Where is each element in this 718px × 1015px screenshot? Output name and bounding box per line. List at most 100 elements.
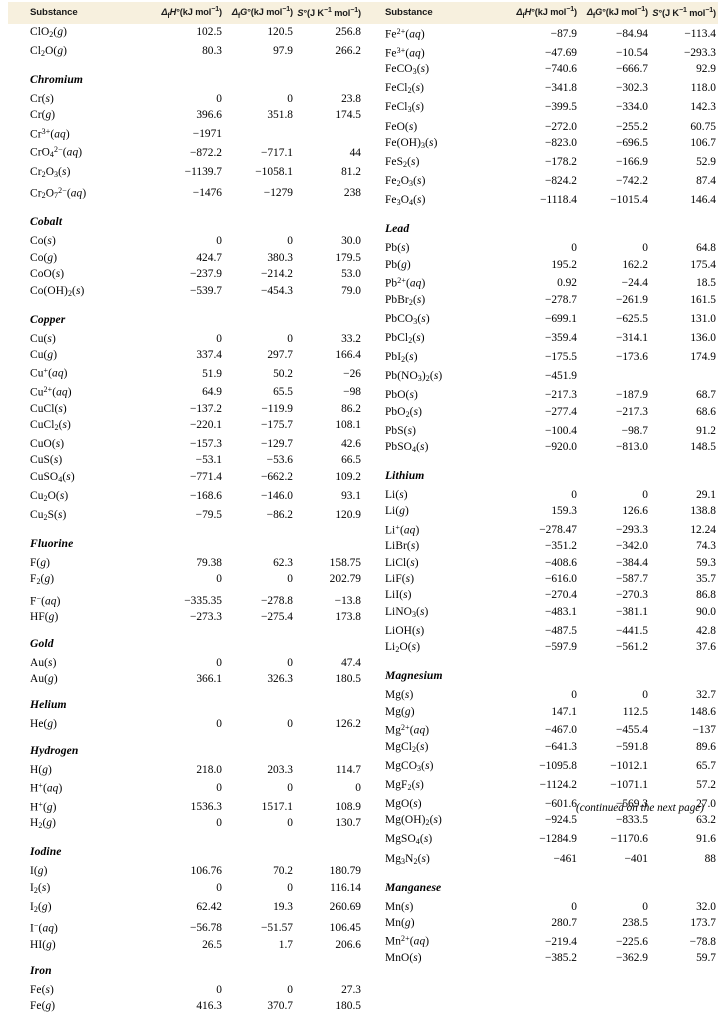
gibbs-value: 297.7 (267, 348, 293, 361)
table-row: HF(g) −273.3 −275.4 173.8 (8, 609, 363, 625)
enthalpy-value: 0 (216, 332, 222, 345)
gibbs-value: −98.7 (621, 424, 648, 437)
enthalpy-value: −824.2 (544, 175, 577, 188)
substance-formula: Cr2O3(s) (30, 165, 71, 179)
entropy-value: 47.4 (341, 656, 361, 669)
gibbs-value: 238.5 (622, 916, 648, 929)
table-row: PbBr2(s) −278.7 −261.9 161.5 (363, 292, 718, 311)
enthalpy-value: 1536.3 (190, 801, 222, 814)
table-row: Cr2O72−(aq) −1476 −1279 238 (8, 183, 363, 204)
enthalpy-value: 337.4 (196, 348, 222, 361)
gibbs-value: 0 (287, 235, 293, 248)
table-row: I2(g) 62.42 19.3 260.69 (8, 899, 363, 918)
thermo-table-left: Substance ΔfH°(kJ mol−1) ΔfG°(kJ mol−1) … (8, 2, 363, 1015)
gibbs-value: 0 (642, 900, 648, 913)
substance-formula: CuCl(s) (30, 402, 67, 415)
gibbs-value: 0 (642, 689, 648, 702)
section-header-row: Fluorine (8, 526, 363, 555)
substance-formula: F(g) (30, 557, 51, 570)
enthalpy-value: −408.6 (544, 556, 577, 569)
gibbs-value: −334.0 (615, 101, 648, 114)
enthalpy-value: 0 (216, 573, 222, 586)
enthalpy-value: 0 (571, 242, 577, 255)
gibbs-value: −362.9 (615, 952, 648, 965)
table-row: PbO2(s) −277.4 −217.3 68.6 (363, 404, 718, 423)
substance-formula: HF(g) (30, 611, 59, 624)
enthalpy-value: −1139.7 (184, 165, 222, 178)
entropy-value: 37.6 (696, 641, 716, 654)
gibbs-value: 1517.1 (261, 801, 293, 814)
enthalpy-value: −740.6 (544, 63, 577, 76)
gibbs-value: 62.3 (273, 557, 293, 570)
substance-formula: PbO(s) (385, 389, 418, 402)
enthalpy-value: 218.0 (196, 763, 222, 776)
enthalpy-value: 80.3 (202, 44, 222, 57)
enthalpy-value: −359.4 (544, 331, 577, 344)
enthalpy-value: −137.2 (189, 402, 222, 415)
gibbs-value: −587.7 (615, 573, 648, 586)
entropy-value: 91.6 (696, 833, 716, 846)
table-body-left: ClO2(g) 102.5 120.5 256.8 Cl2O(g) 80.3 97.9 266… (8, 24, 363, 1015)
entropy-value: −137 (692, 724, 716, 737)
enthalpy-value: 280.7 (551, 916, 577, 929)
gibbs-value: −146.0 (260, 489, 293, 502)
enthalpy-value: −270.4 (544, 589, 577, 602)
substance-formula: Cu(s) (30, 332, 56, 345)
section-header-row: Iodine (8, 834, 363, 863)
substance-formula: FeS2(s) (385, 156, 420, 169)
substance-formula: FeCO3(s) (385, 63, 430, 77)
section-title: Manganese (385, 880, 442, 894)
column-header-enthalpy: ΔfH°(kJ mol−1) (505, 2, 579, 24)
entropy-value: 142.3 (690, 101, 716, 114)
enthalpy-value: 0 (571, 489, 577, 502)
gibbs-value: 70.2 (273, 865, 293, 878)
enthalpy-value: −219.4 (544, 935, 577, 948)
column-header-substance: Substance (363, 2, 505, 24)
column-header-gibbs: ΔfG°(kJ mol−1) (579, 2, 650, 24)
table-row: Au(g) 366.1 326.3 180.5 (8, 671, 363, 687)
section-title: Lithium (385, 469, 425, 483)
substance-formula: Fe2+(aq) (385, 26, 425, 41)
gibbs-value: 1.7 (278, 938, 293, 951)
entropy-value: 106.45 (329, 922, 361, 935)
substance-formula: Cr(s) (30, 93, 54, 106)
entropy-value: 60.75 (690, 120, 716, 133)
enthalpy-value: −451.9 (544, 370, 577, 383)
gibbs-value: 0 (287, 782, 293, 795)
enthalpy-value: −175.5 (544, 350, 577, 363)
table-row: Fe3O4(s) −1118.4 −1015.4 146.4 (363, 192, 718, 211)
gibbs-value: −441.5 (615, 624, 648, 637)
enthalpy-value: −351.2 (544, 540, 577, 553)
column-header-substance: Substance (8, 2, 150, 24)
substance-formula: Mg(s) (385, 689, 414, 702)
enthalpy-value: −1124.2 (539, 778, 577, 791)
gibbs-value: −275.4 (260, 611, 293, 624)
entropy-value: 52.9 (696, 156, 716, 169)
enthalpy-value: −483.1 (544, 605, 577, 618)
table-row: LiOH(s) −487.5 −441.5 42.8 (363, 623, 718, 639)
table-row: CuO(s) −157.3 −129.7 42.6 (8, 436, 363, 452)
entropy-value: 32.7 (696, 689, 716, 702)
table-row: Cl2O(g) 80.3 97.9 266.2 (8, 43, 363, 62)
table-row: Fe3+(aq) −47.69 −10.54 −293.3 (363, 43, 718, 62)
substance-formula: Cu2O(s) (30, 489, 69, 503)
entropy-value: 108.9 (335, 801, 361, 814)
enthalpy-value: 64.9 (202, 386, 222, 399)
entropy-value: 118.0 (690, 82, 716, 95)
gibbs-value: 0 (642, 489, 648, 502)
substance-formula: LiNO3(s) (385, 605, 429, 619)
table-row: Mg(s) 0 0 32.7 (363, 687, 718, 703)
gibbs-value: 19.3 (273, 900, 293, 913)
table-row: Mn2+(aq) −219.4 −225.6 −78.8 (363, 931, 718, 950)
gibbs-value: −24.4 (621, 277, 648, 290)
substance-formula: I(g) (30, 865, 48, 878)
gibbs-value: −381.1 (615, 605, 648, 618)
substance-formula: MgCO3(s) (385, 759, 434, 773)
table-row: Cr2O3(s) −1139.7 −1058.1 81.2 (8, 164, 363, 183)
table-row: Pb2+(aq) 0.92 −24.4 18.5 (363, 273, 718, 292)
gibbs-value: 370.7 (267, 1000, 293, 1013)
substance-formula: F−(aq) (30, 593, 61, 607)
substance-formula: Cr(g) (30, 109, 56, 122)
enthalpy-value: −467.0 (544, 724, 577, 737)
enthalpy-value: −53.1 (195, 454, 222, 467)
